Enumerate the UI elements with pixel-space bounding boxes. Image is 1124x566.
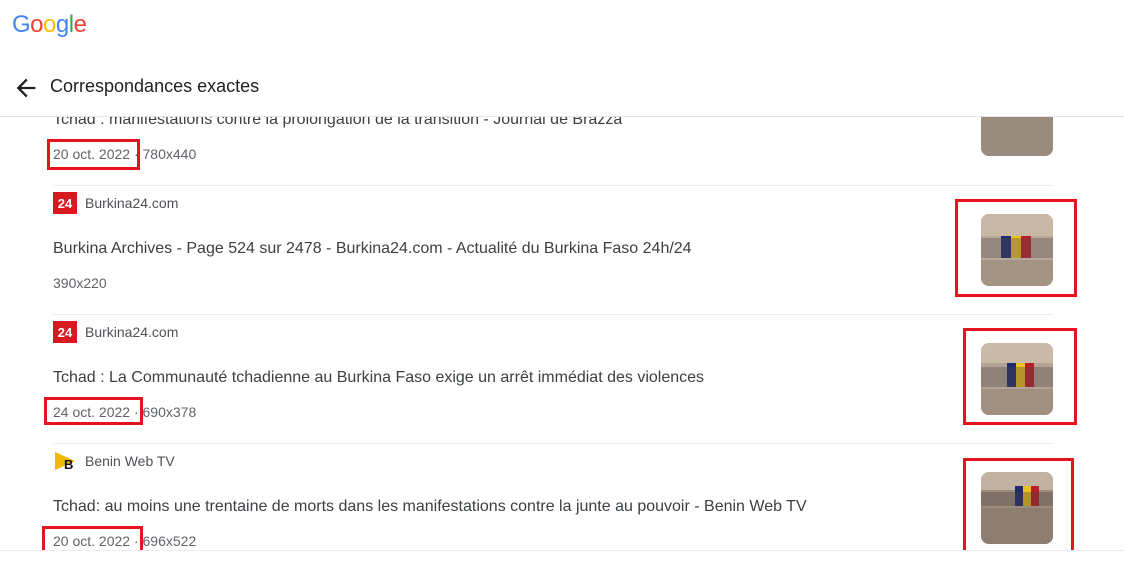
result-source[interactable]: B Benin Web TV — [53, 450, 175, 472]
burkina24-logo-icon: 24 — [53, 321, 77, 343]
result-size: 780x440 — [142, 146, 197, 162]
result-source[interactable]: 24 Burkina24.com — [53, 321, 178, 343]
burkina24-logo-icon: 24 — [53, 192, 77, 214]
result-title[interactable]: Burkina Archives - Page 524 sur 2478 - B… — [53, 240, 692, 258]
thumbnail-highlight-box — [963, 328, 1077, 425]
result-size: 696x522 — [142, 533, 197, 549]
thumbnail-highlight-box — [963, 458, 1074, 552]
google-logo[interactable]: Google — [12, 10, 87, 40]
date-highlight-box — [44, 397, 143, 425]
back-button[interactable] — [12, 74, 40, 102]
logo-letter-o1: o — [30, 11, 44, 38]
source-name: Burkina24.com — [85, 195, 179, 211]
result-item[interactable]: B Benin Web TV Tchad: au moins une trent… — [53, 444, 1053, 552]
result-item[interactable]: 24 Burkina24.com Burkina Archives - Page… — [53, 186, 1053, 314]
logo-letter-g2: g — [55, 11, 69, 38]
result-title[interactable]: Tchad : manifestations contre la prolong… — [53, 117, 622, 129]
svg-text:B: B — [64, 457, 73, 472]
result-title[interactable]: Tchad : La Communauté tchadienne au Burk… — [53, 369, 704, 387]
thumbnail-highlight-box — [955, 199, 1077, 297]
protest-image — [981, 117, 1053, 156]
results-list[interactable]: Tchad : manifestations contre la prolong… — [0, 117, 1124, 552]
result-source[interactable]: 24 Burkina24.com — [53, 192, 178, 214]
results-header: Correspondances exactes — [0, 62, 1124, 116]
source-name: Burkina24.com — [85, 324, 179, 340]
arrow-left-icon — [16, 78, 36, 98]
logo-letter-o2: o — [43, 11, 56, 38]
result-size: 690x378 — [142, 404, 197, 420]
svg-text:24: 24 — [58, 325, 73, 340]
source-name: Benin Web TV — [85, 453, 175, 469]
date-highlight-box — [42, 526, 143, 552]
result-size: 390x220 — [53, 275, 107, 291]
result-item[interactable]: 24 Burkina24.com Tchad : La Communauté t… — [53, 315, 1053, 443]
date-highlight-box — [47, 139, 140, 170]
page-title: Correspondances exactes — [50, 76, 260, 96]
logo-letter-e: e — [73, 11, 87, 38]
svg-text:24: 24 — [58, 196, 73, 211]
result-meta: 390x220 — [53, 275, 107, 291]
bottom-bar — [0, 550, 1124, 566]
logo-letter-g: G — [12, 11, 31, 38]
result-thumbnail[interactable] — [981, 117, 1053, 156]
beninwebtv-logo-icon: B — [53, 450, 77, 472]
result-title[interactable]: Tchad: au moins une trentaine de morts d… — [53, 498, 807, 516]
